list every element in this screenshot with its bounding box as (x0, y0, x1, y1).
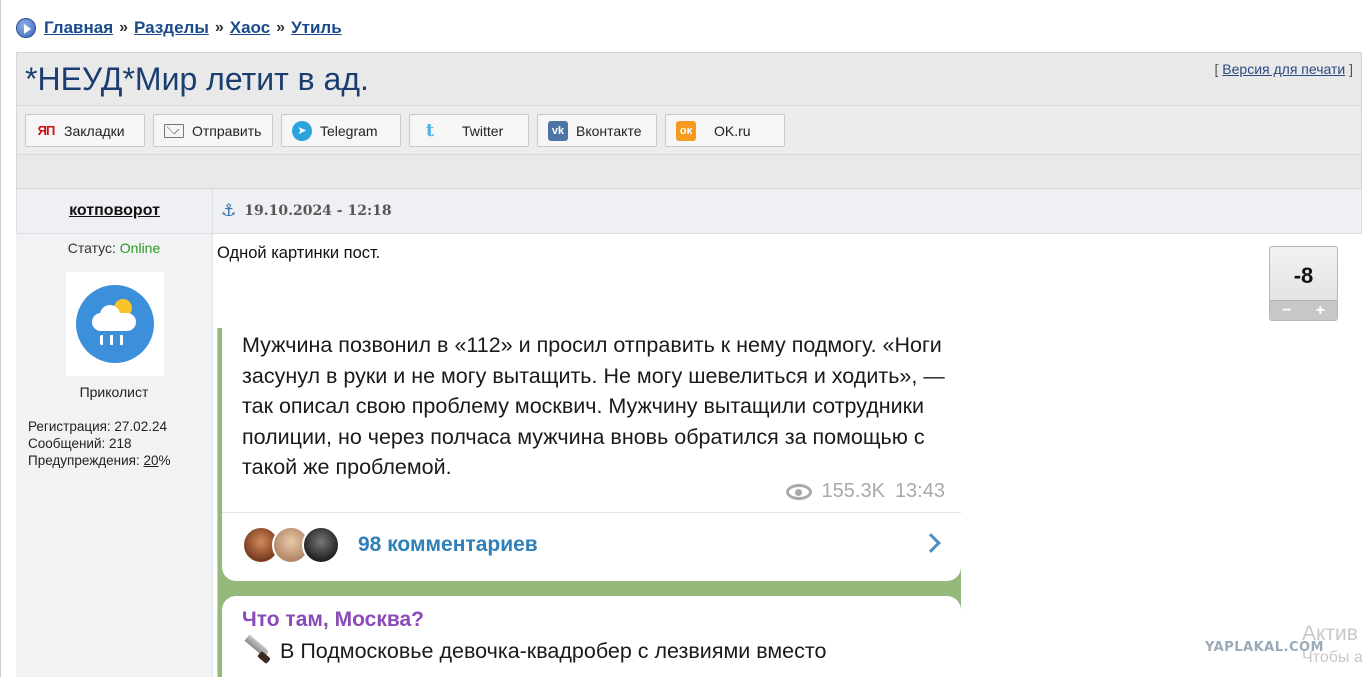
post-datetime: 19.10.2024 - 12:18 (244, 203, 392, 219)
print-version-link[interactable]: Версия для печати (1222, 61, 1345, 77)
share-button-label: Закладки (64, 122, 125, 139)
share-ok-button[interactable]: ок OK.ru (665, 114, 785, 147)
avatar[interactable] (66, 272, 164, 376)
breadcrumb-home[interactable]: Главная (44, 18, 113, 38)
breadcrumb-chaos[interactable]: Хаос (230, 18, 270, 38)
nav-arrow-icon (16, 18, 36, 38)
bracket-open: [ (1214, 61, 1219, 77)
share-send-button[interactable]: Отправить (153, 114, 273, 147)
status-label: Статус: (67, 240, 116, 256)
rating-score: -8 (1293, 263, 1314, 288)
user-warnings: Предупреждения: 20% (28, 453, 171, 468)
telegram-comments-count: 98 комментариев (358, 533, 538, 556)
author-name-link[interactable]: котповорот (69, 202, 160, 220)
vk-icon: vk (548, 120, 568, 141)
commenter-avatar (302, 526, 340, 564)
user-sidebar: Статус: Online Приколист Регистрация: 27… (16, 234, 213, 677)
user-stats: Регистрация: 27.02.24 Сообщений: 218 Пре… (28, 418, 171, 469)
status-online-badge: Online (119, 240, 161, 256)
post-image[interactable]: Мужчина позвонил в «112» и просил отправ… (217, 328, 961, 677)
mail-icon (164, 123, 184, 138)
user-messages: Сообщений: 218 (28, 436, 132, 451)
telegram-views: 155.3K (821, 480, 885, 502)
rating-controls: − + (1270, 300, 1337, 320)
print-version: [ Версия для печати ] (1215, 61, 1353, 77)
telegram-channel-name: Что там, Москва? (242, 608, 424, 631)
share-button-label: Вконтакте (576, 122, 642, 139)
weather-icon (76, 285, 154, 363)
page-title: *НЕУД*Мир летит в ад. (25, 61, 369, 97)
breadcrumb-sections[interactable]: Разделы (134, 18, 209, 38)
telegram-message-text: Мужчина позвонил в «112» и просил отправ… (242, 333, 945, 479)
topic-header: *НЕУД*Мир летит в ад. [ Версия для печат… (16, 52, 1362, 189)
user-registration: Регистрация: 27.02.24 (28, 419, 167, 434)
share-bookmarks-button[interactable]: ЯП Закладки (25, 114, 145, 147)
user-rank: Приколист (79, 384, 149, 400)
telegram-message: Что там, Москва? В Подмосковье девочка-к… (222, 596, 961, 677)
share-bar: ЯП Закладки Отправить ➤ Telegram t Twitt… (17, 105, 1361, 155)
author-cell: котповорот (17, 189, 213, 233)
post-header: котповорот ⚓ 19.10.2024 - 12:18 (16, 189, 1362, 234)
rating-plus-button[interactable]: + (1316, 302, 1325, 320)
breadcrumb: Главная » Разделы » Хаос » Утиль (16, 16, 342, 40)
post-text: Одной картинки пост. (217, 244, 381, 262)
ok-icon: ок (676, 120, 696, 141)
breadcrumb-separator: » (119, 19, 129, 36)
divider (222, 512, 961, 513)
telegram-comments-row: 98 комментариев (242, 524, 942, 566)
telegram-message-meta: 155.3K 13:43 (785, 480, 945, 503)
breadcrumb-separator: » (276, 19, 286, 36)
share-button-label: OK.ru (714, 122, 751, 139)
knife-icon (242, 638, 272, 664)
twitter-icon: t (425, 120, 435, 141)
post-date: ⚓ 19.10.2024 - 12:18 (221, 189, 392, 233)
share-button-label: Отправить (192, 122, 262, 139)
user-status: Статус: Online (16, 240, 212, 256)
breadcrumb-trash[interactable]: Утиль (291, 18, 342, 38)
breadcrumb-separator: » (214, 19, 224, 36)
chevron-right-icon (921, 533, 941, 553)
warnings-link[interactable]: 20 (143, 453, 158, 468)
windows-activation-overlay: Актив Чтобы а (1302, 622, 1363, 666)
eye-icon (785, 483, 812, 500)
share-vk-button[interactable]: vk Вконтакте (537, 114, 657, 147)
share-twitter-button[interactable]: t Twitter (409, 114, 529, 147)
telegram-icon: ➤ (292, 120, 312, 141)
telegram-time: 13:43 (894, 480, 945, 502)
anchor-icon[interactable]: ⚓ (221, 201, 236, 221)
share-button-label: Twitter (462, 122, 504, 139)
share-telegram-button[interactable]: ➤ Telegram (281, 114, 401, 147)
telegram-message-text: В Подмосковье девочка-квадробер с лезвия… (242, 638, 826, 664)
yap-icon: ЯП (37, 123, 56, 138)
bracket-close: ] (1349, 61, 1353, 77)
post-rating: -8 − + (1269, 246, 1338, 321)
telegram-message: Мужчина позвонил в «112» и просил отправ… (222, 328, 961, 581)
rating-minus-button[interactable]: − (1282, 302, 1291, 320)
share-button-label: Telegram (320, 122, 378, 139)
